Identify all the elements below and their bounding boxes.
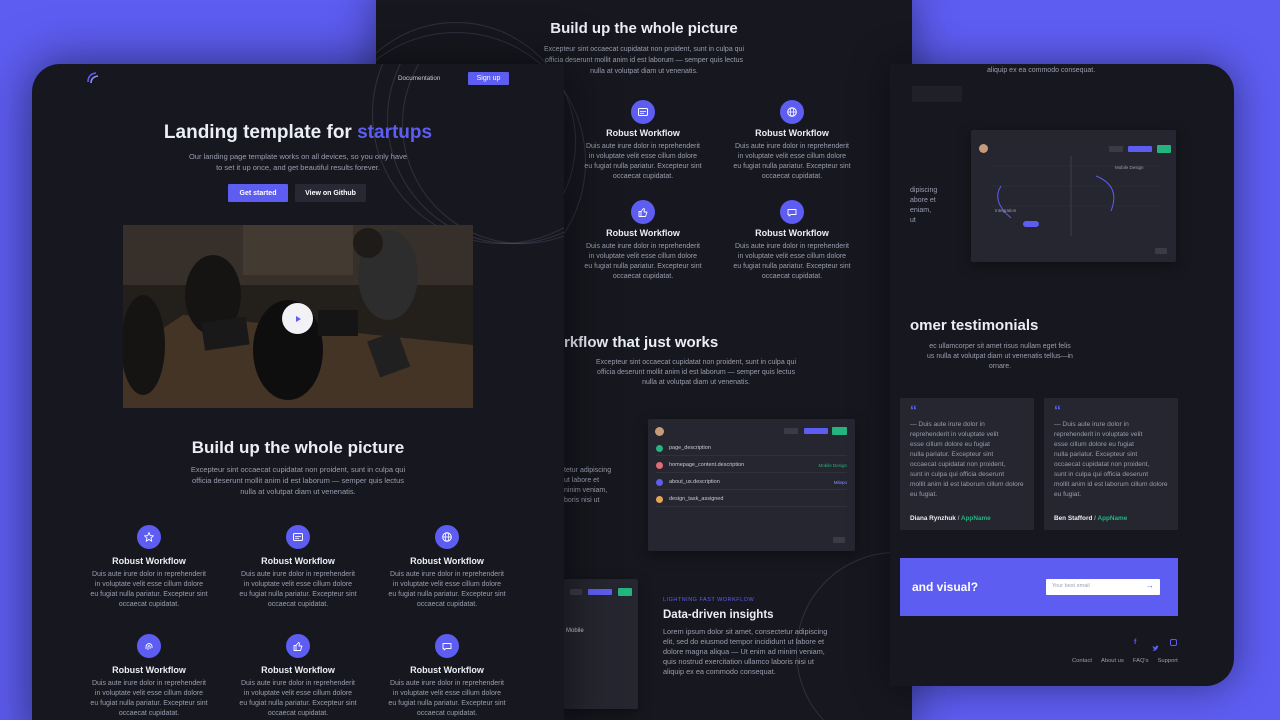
feature-description: Duis aute irure dolor in reprehenderit in…: [733, 243, 851, 280]
feature-title: Robust Workflow: [112, 556, 186, 566]
instagram-icon[interactable]: [1170, 639, 1177, 646]
feature-title: Robust Workflow: [755, 228, 829, 238]
toolbar-primary-pill[interactable]: [804, 428, 828, 434]
signup-button[interactable]: Sign up: [468, 72, 509, 85]
feature-title: Robust Workflow: [261, 556, 335, 566]
quote-icon: “: [1054, 402, 1061, 418]
feature-description: Duis aute irure dolor in reprehenderit in…: [584, 243, 702, 280]
toolbar-pill[interactable]: [1109, 146, 1123, 152]
facebook-icon[interactable]: f: [1134, 639, 1136, 646]
quote-icon: “: [910, 402, 917, 418]
insights-description: Lorem ipsum dolor sit amet, consectetur …: [663, 627, 828, 676]
view-on-github-button[interactable]: View on Github: [295, 184, 366, 202]
diagram-panel: Mobile: [564, 579, 638, 709]
feature-title: Robust Workflow: [410, 556, 484, 566]
task-row[interactable]: homepage_content.description Mobile Desig…: [656, 458, 847, 473]
arrow-right-icon[interactable]: →: [1146, 581, 1154, 590]
cta-banner: and visual? Your best email →: [900, 558, 1178, 616]
insights-title: Data-driven insights: [663, 609, 774, 621]
feature-title: Robust Workflow: [606, 128, 680, 138]
insights-eyebrow: LIGHTNING FAST WORKFLOW: [663, 597, 755, 603]
feature-title: Robust Workflow: [755, 128, 829, 138]
star-icon: [137, 525, 161, 549]
toolbar-pill[interactable]: [570, 589, 582, 595]
panel-stub: [912, 86, 962, 102]
section-description: Excepteur sint occaecat cupidatat non pr…: [190, 465, 406, 496]
diagram-toggle[interactable]: [1023, 221, 1039, 227]
diagram-tag: Integration: [995, 208, 1017, 213]
testimonial-text: — Duis aute irure dolor in reprehenderit …: [910, 421, 1024, 498]
feature-description: Duis aute irure dolor in reprehenderit in…: [733, 143, 851, 180]
testimonial-author: Ben Stafford / AppName: [1054, 515, 1128, 522]
avatar: [979, 144, 988, 153]
testimonials-title: omer testimonials: [910, 317, 1039, 334]
side-text: dipiscing abore et eniam, ut: [910, 187, 938, 224]
hero-video-thumbnail[interactable]: [123, 225, 473, 408]
toolbar-primary-pill[interactable]: [1128, 146, 1152, 152]
right-card: aliquip ex ea commodo consequat. dipisci…: [890, 64, 1234, 686]
feature-description: Duis aute irure dolor in reprehenderit in…: [90, 680, 208, 717]
integration-diagram-panel: Mobile Design Integration: [971, 130, 1176, 262]
feature-title: Robust Workflow: [410, 665, 484, 675]
feature-title: Robust Workflow: [261, 665, 335, 675]
panel-corner-button[interactable]: [833, 537, 845, 543]
logo-icon[interactable]: [86, 71, 100, 85]
play-button[interactable]: [282, 303, 313, 334]
globe-icon: [435, 525, 459, 549]
feature-description: Duis aute irure dolor in reprehenderit in…: [388, 680, 506, 717]
feature-description: Duis aute irure dolor in reprehenderit in…: [239, 571, 357, 608]
cta-title: and visual?: [912, 580, 979, 594]
section-title: Build up the whole picture: [550, 20, 738, 37]
feature-title: Robust Workflow: [606, 228, 680, 238]
section-title: Build up the whole picture: [191, 438, 405, 457]
testimonial-text: — Duis aute irure dolor in reprehenderit …: [1054, 421, 1168, 498]
body-text: aliquip ex ea commodo consequat.: [987, 67, 1096, 74]
panel-corner-button[interactable]: [1155, 248, 1167, 254]
feature-description: Duis aute irure dolor in reprehenderit in…: [90, 571, 208, 608]
task-row[interactable]: about_us.description Milepo: [656, 475, 847, 490]
add-button[interactable]: [1157, 145, 1171, 153]
avatar: [655, 427, 664, 436]
workflow-title: rkflow that just works: [564, 334, 719, 351]
task-row[interactable]: design_task_assigned: [656, 492, 847, 507]
toolbar-primary-pill[interactable]: [588, 589, 612, 595]
task-list-panel: page_description homepage_content.descri…: [648, 419, 855, 551]
footer-link[interactable]: Support: [1157, 658, 1177, 664]
task-row[interactable]: page_description: [656, 441, 847, 456]
play-icon: [295, 315, 301, 322]
toolbar-pill[interactable]: [784, 428, 798, 434]
get-started-button[interactable]: Get started: [228, 184, 288, 202]
feature-description: Duis aute irure dolor in reprehenderit in…: [239, 680, 357, 717]
add-button[interactable]: [832, 427, 847, 435]
chat-icon: [435, 634, 459, 658]
twitter-icon[interactable]: [1152, 639, 1159, 651]
footer-links: Contact About us FAQ's Support: [1072, 658, 1178, 664]
browser-icon: [286, 525, 310, 549]
testimonial-card: “ — Duis aute irure dolor in reprehenderi…: [900, 398, 1034, 530]
footer-link[interactable]: FAQ's: [1133, 658, 1149, 664]
thumbs-up-icon: [286, 634, 310, 658]
chat-icon: [780, 200, 804, 224]
feature-description: Duis aute irure dolor in reprehenderit in…: [584, 143, 702, 180]
mini-label: Mobile: [566, 628, 584, 634]
front-card: Documentation Sign up Landing template f…: [32, 64, 564, 720]
browser-icon: [631, 100, 655, 124]
testimonials-description: ec ullamcorper sit amet risus nullam ege…: [927, 343, 1073, 370]
fingerprint-icon: [137, 634, 161, 658]
diagram-tag: Mobile Design: [1115, 165, 1144, 170]
workflow-side-text: tetur adipiscing ut labore et ninim veniam…: [564, 467, 612, 504]
add-button[interactable]: [618, 588, 632, 596]
hero-subtitle: Our landing page template works on all d…: [188, 152, 408, 172]
thumbs-up-icon: [631, 200, 655, 224]
globe-icon: [780, 100, 804, 124]
email-input[interactable]: Your best email →: [1046, 579, 1160, 595]
hero-title: Landing template for startups: [163, 122, 433, 143]
testimonial-author: Diana Rynzhuk / AppName: [910, 515, 991, 522]
testimonial-card: “ — Duis aute irure dolor in reprehenderi…: [1044, 398, 1178, 530]
feature-title: Robust Workflow: [112, 665, 186, 675]
footer-link[interactable]: Contact: [1072, 658, 1092, 664]
documentation-link[interactable]: Documentation: [398, 75, 440, 82]
feature-description: Duis aute irure dolor in reprehenderit in…: [388, 571, 506, 608]
footer-link[interactable]: About us: [1101, 658, 1124, 664]
